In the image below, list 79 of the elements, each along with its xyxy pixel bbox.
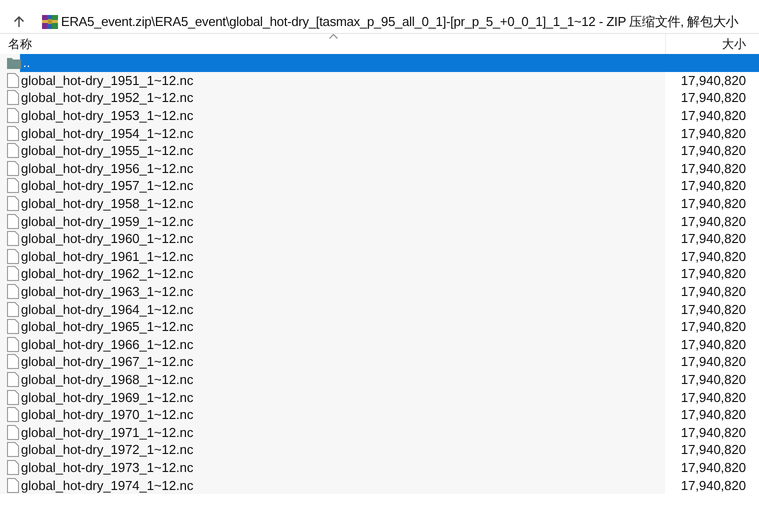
file-name[interactable]: global_hot-dry_1955_1~12.nc (21, 143, 194, 158)
file-size: 17,940,820 (680, 319, 746, 334)
archive-path: ERA5_event.zip\ERA5_event\global_hot-dry_[tasmax_p_95_all_0_1]-[pr_p_5_+0_0_1]_1_1~12 - ZIP 压缩文件, 解包大小 (61, 13, 738, 31)
file-icon (7, 424, 19, 440)
file-name[interactable]: global_hot-dry_1952_1~12.nc (21, 90, 194, 106)
file-name[interactable]: global_hot-dry_1957_1~12.nc (21, 178, 194, 194)
file-size: 17,940,820 (680, 90, 746, 106)
file-size: 17,940,820 (680, 336, 746, 352)
file-name[interactable]: global_hot-dry_1953_1~12.nc (21, 108, 194, 124)
file-name[interactable]: global_hot-dry_1972_1~12.nc (21, 442, 194, 458)
file-size: 17,940,820 (680, 248, 746, 264)
file-size: 17,940,820 (680, 460, 746, 475)
file-size: 17,940,820 (680, 284, 746, 300)
file-name[interactable]: global_hot-dry_1956_1~12.nc (21, 160, 194, 176)
file-size: 17,940,820 (680, 160, 746, 176)
file-size: 17,940,820 (680, 372, 746, 387)
file-size: 17,940,820 (680, 424, 746, 440)
file-icon (7, 178, 19, 194)
column-header[interactable]: 大小 (714, 36, 746, 52)
file-name[interactable]: global_hot-dry_1961_1~12.nc (21, 248, 194, 264)
file-size: 17,940,820 (680, 178, 746, 194)
file-size: 17,940,820 (680, 442, 746, 458)
up-arrow-icon[interactable] (13, 16, 25, 28)
file-icon (7, 319, 19, 334)
file-icon (7, 390, 19, 405)
file-size: 17,940,820 (680, 108, 746, 124)
file-size: 17,940,820 (680, 196, 746, 212)
file-size: 17,940,820 (680, 302, 746, 317)
file-icon (7, 72, 19, 88)
file-name[interactable]: global_hot-dry_1960_1~12.nc (21, 231, 194, 246)
file-size: 17,940,820 (680, 231, 746, 246)
file-name[interactable]: global_hot-dry_1967_1~12.nc (21, 354, 194, 370)
file-icon (7, 90, 19, 106)
file-name[interactable]: global_hot-dry_1965_1~12.nc (21, 319, 194, 334)
file-size: 17,940,820 (680, 143, 746, 158)
file-icon (7, 214, 19, 229)
file-icon (7, 126, 19, 141)
file-size: 17,940,820 (680, 407, 746, 422)
file-name[interactable]: global_hot-dry_1964_1~12.nc (21, 302, 194, 317)
file-name[interactable]: global_hot-dry_1968_1~12.nc (21, 372, 194, 387)
file-icon (7, 196, 19, 212)
column-header[interactable]: 名称 (0, 36, 32, 52)
file-name[interactable]: global_hot-dry_1973_1~12.nc (21, 460, 194, 475)
folder-icon (7, 56, 21, 69)
file-name[interactable]: global_hot-dry_1970_1~12.nc (21, 407, 194, 422)
file-name[interactable]: global_hot-dry_1974_1~12.nc (21, 478, 194, 493)
file-size: 17,940,820 (680, 214, 746, 229)
file-name[interactable]: global_hot-dry_1958_1~12.nc (21, 196, 194, 212)
file-icon (7, 143, 19, 158)
archive-icon (42, 14, 58, 30)
file-icon (7, 336, 19, 352)
file-icon (7, 108, 19, 124)
file-size: 17,940,820 (680, 478, 746, 493)
file-icon (7, 284, 19, 300)
file-icon (7, 460, 19, 475)
file-name[interactable]: global_hot-dry_1969_1~12.nc (21, 390, 194, 405)
file-icon (7, 354, 19, 370)
file-size: 17,940,820 (680, 354, 746, 370)
file-icon (7, 160, 19, 176)
file-name[interactable]: global_hot-dry_1962_1~12.nc (21, 266, 194, 282)
file-icon (7, 372, 19, 387)
file-icon (7, 442, 19, 458)
file-icon (7, 407, 19, 422)
file-icon (7, 248, 19, 264)
file-icon (7, 231, 19, 246)
file-name[interactable]: global_hot-dry_1971_1~12.nc (21, 424, 194, 440)
file-size: 17,940,820 (680, 126, 746, 141)
file-size: 17,940,820 (680, 390, 746, 405)
file-name[interactable]: global_hot-dry_1963_1~12.nc (21, 284, 194, 300)
file-icon (7, 266, 19, 282)
file-name[interactable]: global_hot-dry_1959_1~12.nc (21, 214, 194, 229)
file-icon (7, 478, 19, 493)
file-size: 17,940,820 (680, 266, 746, 282)
file-name[interactable]: global_hot-dry_1966_1~12.nc (21, 336, 194, 352)
file-size: 17,940,820 (680, 72, 746, 88)
sort-caret-icon (329, 34, 338, 39)
file-name[interactable]: global_hot-dry_1954_1~12.nc (21, 126, 194, 141)
file-icon (7, 302, 19, 317)
file-name[interactable]: global_hot-dry_1951_1~12.nc (21, 72, 194, 88)
